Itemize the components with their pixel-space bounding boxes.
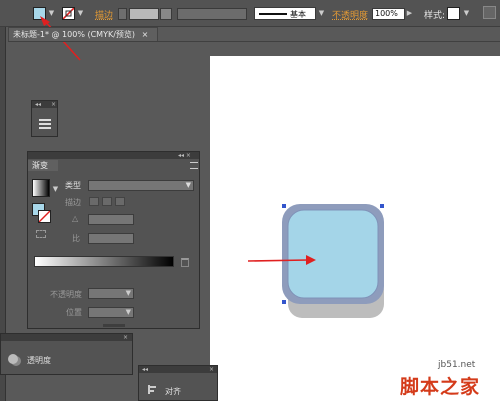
aspect-ratio-field[interactable] [88,233,134,244]
collapse-icon[interactable]: ◂◂ [35,101,41,108]
variable-width-dropdown[interactable] [177,8,247,20]
tab-gradient[interactable]: 渐变 [28,160,58,171]
document-setup-icon[interactable] [483,6,496,19]
close-icon[interactable]: × [123,334,128,341]
close-icon[interactable]: × [51,101,56,108]
tab-label: 渐变 [32,161,48,170]
align-label[interactable]: 对齐 [165,386,181,397]
collapsed-panel: ◂◂ × [31,100,58,137]
stroke-weight-field[interactable] [129,8,159,20]
annotation-arrow-shape [247,255,316,265]
angle-label: △ [72,214,79,223]
trash-icon[interactable] [181,258,189,267]
type-label: 类型 [65,181,81,190]
gradient-slider[interactable] [34,256,174,267]
chevron-down-icon[interactable]: ▼ [318,10,325,17]
panel-header[interactable]: ◂◂ × [139,366,217,373]
stroke-weight-spinner[interactable] [118,8,127,20]
location-field[interactable]: ▼ [88,307,134,318]
resize-grip[interactable] [103,324,125,327]
opacity-field[interactable]: ▼ [88,288,134,299]
document-title: 未标题-1* @ 100% (CMYK/预览) [13,30,136,39]
style-label: 样式: [424,11,446,21]
brush-name: 基本 [290,10,306,19]
gradient-preview-swatch[interactable] [32,179,50,197]
opacity-field[interactable]: 100% [372,8,405,20]
menu-icon[interactable] [39,117,51,129]
stroke-weight-dropdown[interactable] [160,8,172,20]
chevron-down-icon: ▼ [125,308,131,316]
type-dropdown[interactable]: ▼ [88,180,194,191]
fill-stroke-swatch[interactable] [32,203,52,223]
panel-header[interactable]: ◂◂ × [32,101,57,108]
artboard[interactable] [210,56,500,401]
aspect-label: 比 [72,234,80,243]
close-icon[interactable]: × [142,30,149,39]
panel-menu-icon[interactable] [190,162,198,169]
chevron-down-icon[interactable]: ▼ [463,10,470,17]
stroke-option-3-button[interactable] [115,197,125,206]
align-panel: ◂◂ × 对齐 [138,365,218,401]
angle-field[interactable] [88,214,134,225]
reverse-gradient-icon[interactable] [36,230,46,238]
close-icon[interactable]: × [209,366,214,373]
watermark: jb51.net 脚本之家 [398,356,498,400]
collapse-icon[interactable]: ◂◂ [142,366,148,373]
opacity-dropdown-icon[interactable]: ▶ [406,10,413,17]
document-tab[interactable]: 未标题-1* @ 100% (CMYK/预览) × [8,27,158,41]
chevron-down-icon[interactable]: ▼ [52,186,59,193]
chevron-down-icon: ▼ [125,289,131,297]
transparency-panel: × 透明度 [0,333,133,375]
stroke-label: 描边 [65,198,81,207]
panel-header[interactable]: × [1,334,132,341]
collapse-icon[interactable]: ◂◂ × [178,152,191,159]
stroke-option-1-button[interactable] [89,197,99,206]
watermark-name: 脚本之家 [400,376,481,398]
stroke-option-2-button[interactable] [102,197,112,206]
stroke-preview-line [259,13,287,15]
opacity-label: 不透明度 [50,290,82,299]
stroke-label[interactable]: 描边 [95,8,113,21]
opacity-label[interactable]: 不透明度 [332,8,368,21]
gradient-panel: ◂◂ × 渐变 ▼ 类型 ▼ 描边 △ 比 不透明度 ▼ 位置 ▼ [27,151,200,329]
location-label: 位置 [66,308,82,317]
panel-header[interactable]: ◂◂ × [28,152,199,159]
graphic-style-swatch[interactable] [447,7,460,20]
chevron-down-icon: ▼ [185,181,191,189]
watermark-site: jb51.net [438,360,476,370]
brush-definition-dropdown[interactable]: 基本 [254,7,316,20]
transparency-icon [8,354,18,364]
align-icon [148,385,157,394]
transparency-label[interactable]: 透明度 [27,355,51,366]
tab-divider [8,41,500,42]
